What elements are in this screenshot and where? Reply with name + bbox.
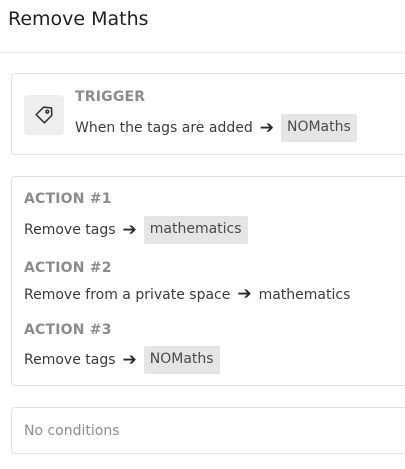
arrow-right-icon: ➔ (237, 284, 252, 304)
conditions-card[interactable]: No conditions (11, 407, 405, 454)
action-3-description: Remove tags ➔ NOMaths (24, 346, 220, 374)
action-1-tag-chip[interactable]: mathematics (143, 216, 248, 244)
arrow-right-icon: ➔ (122, 349, 137, 370)
actions-card[interactable]: ACTION #1 Remove tags ➔ mathematics ACTI… (11, 176, 405, 386)
action-2-text: Remove from a private space (24, 286, 231, 303)
automation-detail-page: Remove Maths TRIGGER When the tags are a… (0, 0, 405, 469)
page-title: Remove Maths (8, 8, 149, 30)
action-2-space-name: mathematics (258, 286, 351, 303)
trigger-card[interactable]: TRIGGER When the tags are added ➔ NOMath… (11, 73, 405, 155)
action-3-label: ACTION #3 (24, 322, 112, 338)
arrow-right-icon: ➔ (122, 219, 137, 240)
tag-icon (24, 95, 64, 135)
trigger-text: When the tags are added (75, 120, 253, 136)
action-1-description: Remove tags ➔ mathematics (24, 216, 248, 244)
trigger-label: TRIGGER (75, 89, 146, 105)
no-conditions-text: No conditions (24, 423, 120, 439)
action-1-label: ACTION #1 (24, 191, 112, 207)
action-3-tag-chip[interactable]: NOMaths (143, 346, 220, 374)
action-1-text: Remove tags (24, 222, 116, 238)
trigger-description: When the tags are added ➔ NOMaths (75, 114, 357, 142)
arrow-right-icon: ➔ (259, 117, 274, 138)
trigger-tag-chip[interactable]: NOMaths (280, 114, 357, 142)
action-2-description: Remove from a private space ➔ mathematic… (24, 286, 350, 303)
header-divider (0, 52, 405, 53)
action-3-text: Remove tags (24, 352, 116, 368)
action-2-label: ACTION #2 (24, 260, 112, 276)
